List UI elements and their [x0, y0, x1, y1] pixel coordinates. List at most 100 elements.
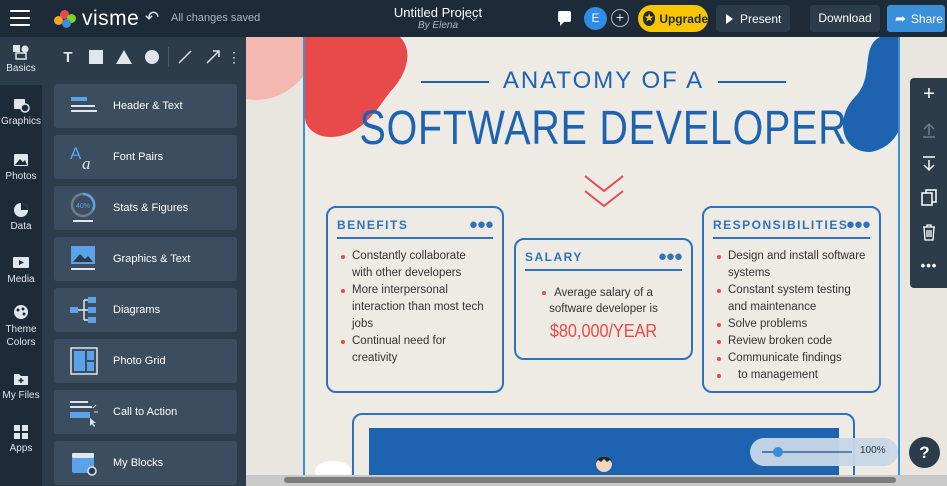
more-dots-icon[interactable]: ●●● — [846, 216, 871, 233]
project-title-block[interactable]: Untitled Project By Elena ⌵ — [378, 5, 498, 31]
share-button[interactable]: ➦ Share — [887, 5, 945, 32]
list-item: to management — [714, 367, 869, 384]
svg-text:a: a — [82, 154, 91, 173]
move-up-icon[interactable] — [919, 120, 939, 140]
rail-item-basics[interactable]: Basics — [0, 37, 42, 85]
save-status: All changes saved — [171, 12, 261, 24]
visme-logo[interactable]: visme — [54, 7, 139, 31]
square-tool-icon[interactable] — [82, 45, 110, 69]
photo-icon — [14, 154, 28, 166]
rail-item-apps[interactable]: Apps — [0, 424, 42, 454]
rail-label: Apps — [9, 443, 33, 454]
list-item: More interpersonal interaction than most… — [338, 282, 488, 333]
palette-icon — [14, 305, 28, 319]
graphics-icon — [14, 99, 30, 113]
list-item: Constantly collaborate with other develo… — [338, 248, 488, 282]
graphics-text-icon — [71, 246, 95, 270]
benefits-box[interactable]: BENEFITS ●●● Constantly collaborate with… — [326, 206, 504, 393]
salary-heading: SALARY — [525, 250, 583, 264]
download-button[interactable]: Download — [810, 5, 880, 32]
developer-figure-icon — [596, 456, 612, 472]
present-button[interactable]: Present — [716, 5, 790, 32]
zoom-control[interactable]: 100% — [750, 438, 898, 466]
project-title[interactable]: Untitled Project — [378, 5, 498, 20]
upgrade-button[interactable]: ★ Upgrade — [638, 5, 708, 32]
basics-panel: T ⋮ Header & Text Aa Font Pairs 40% Stat… — [42, 37, 246, 486]
circle-tool-icon[interactable] — [138, 45, 166, 69]
rail-item-media[interactable]: Media — [0, 255, 42, 285]
help-button[interactable]: ? — [909, 437, 940, 468]
avatar[interactable]: E — [584, 7, 607, 30]
rail-item-theme-colors[interactable]: Theme Colors — [0, 304, 42, 349]
present-label: Present — [740, 11, 782, 26]
rail-item-photos[interactable]: Photos — [0, 152, 42, 182]
comment-icon[interactable] — [558, 11, 571, 26]
trash-icon[interactable] — [919, 222, 939, 242]
hamburger-menu-icon[interactable] — [10, 10, 30, 26]
rail-item-graphics[interactable]: Graphics — [0, 97, 42, 127]
project-author: By Elena — [417, 20, 459, 31]
card-header-text[interactable]: Header & Text — [54, 84, 237, 128]
duplicate-icon[interactable] — [919, 188, 939, 208]
star-icon: ★ — [643, 11, 656, 26]
card-my-blocks[interactable]: My Blocks — [54, 441, 237, 485]
card-label: My Blocks — [113, 457, 164, 469]
add-block-icon[interactable]: + — [919, 84, 939, 104]
pie-chart-icon — [14, 203, 28, 217]
shape-toolbar: T ⋮ — [54, 45, 241, 69]
zoom-slider-knob[interactable] — [773, 447, 783, 457]
rail-label-2: Colors — [6, 337, 36, 348]
page-side-toolbar: + ••• — [910, 78, 947, 288]
rail-label: Media — [7, 274, 35, 285]
rail-item-my-files[interactable]: My Files — [0, 371, 42, 401]
responsibilities-heading: RESPONSIBILITIES — [713, 218, 849, 232]
stats-icon: 40% — [70, 192, 96, 222]
card-diagrams[interactable]: Diagrams — [54, 288, 237, 332]
upgrade-label: Upgrade — [659, 11, 708, 26]
triangle-tool-icon[interactable] — [110, 45, 138, 69]
card-call-to-action[interactable]: Call to Action — [54, 390, 237, 434]
responsibilities-list: Design and install software systems Cons… — [714, 248, 869, 384]
responsibilities-box[interactable]: RESPONSIBILITIES ●●● Design and install … — [702, 206, 881, 393]
text-tool-icon[interactable]: T — [54, 45, 82, 69]
svg-text:A: A — [70, 144, 82, 163]
title-small: ANATOMY OF A — [305, 67, 898, 95]
visme-logo-mark-icon — [54, 10, 80, 28]
salary-box[interactable]: SALARY ●●● Average salary of a software … — [514, 238, 693, 360]
arrow-tool-icon[interactable] — [199, 45, 227, 69]
top-bar: visme ↶ All changes saved Untitled Proje… — [0, 0, 947, 37]
rail-label: Basics — [6, 63, 36, 74]
move-down-icon[interactable] — [919, 154, 939, 174]
benefits-heading: BENEFITS — [337, 218, 409, 232]
card-label: Call to Action — [113, 406, 178, 418]
line-tool-icon[interactable] — [171, 45, 199, 69]
decor-cloud — [315, 461, 351, 477]
editor-canvas[interactable]: ANATOMY OF A SOFTWARE DEVELOPER BENEFITS… — [246, 37, 947, 486]
title-rule-right — [718, 80, 787, 83]
benefits-list: Constantly collaborate with other develo… — [338, 248, 488, 367]
heading-rule — [337, 237, 493, 239]
horizontal-scrollbar[interactable] — [246, 475, 947, 486]
title-large: SOFTWARE DEVELOPER — [359, 102, 848, 155]
card-graphics-text[interactable]: Graphics & Text — [54, 237, 237, 281]
card-font-pairs[interactable]: Aa Font Pairs — [54, 135, 237, 179]
rail-item-data[interactable]: Data — [0, 202, 42, 232]
chevron-down-icon[interactable]: ⌵ — [470, 13, 478, 24]
rail-label: Graphics — [0, 116, 41, 127]
more-options-icon[interactable]: ••• — [919, 258, 939, 278]
salary-text: Average salary of a software developer i… — [526, 285, 681, 317]
folder-icon — [14, 374, 28, 385]
list-item: Communicate findings — [714, 350, 869, 367]
more-dots-icon[interactable]: ●●● — [469, 216, 494, 233]
scrollbar-thumb[interactable] — [284, 477, 896, 483]
title-small-text: ANATOMY OF A — [502, 67, 705, 94]
undo-icon[interactable]: ↶ — [145, 8, 159, 28]
card-photo-grid[interactable]: Photo Grid — [54, 339, 237, 383]
card-stats-figures[interactable]: 40% Stats & Figures — [54, 186, 237, 230]
title-rule-left — [420, 80, 489, 83]
add-collaborator-button[interactable]: + — [611, 9, 629, 27]
more-dots-icon[interactable]: ●●● — [658, 248, 683, 265]
list-item: Review broken code — [714, 333, 869, 350]
more-vertical-icon[interactable]: ⋮ — [227, 45, 241, 69]
infographic-page[interactable]: ANATOMY OF A SOFTWARE DEVELOPER BENEFITS… — [303, 37, 900, 477]
